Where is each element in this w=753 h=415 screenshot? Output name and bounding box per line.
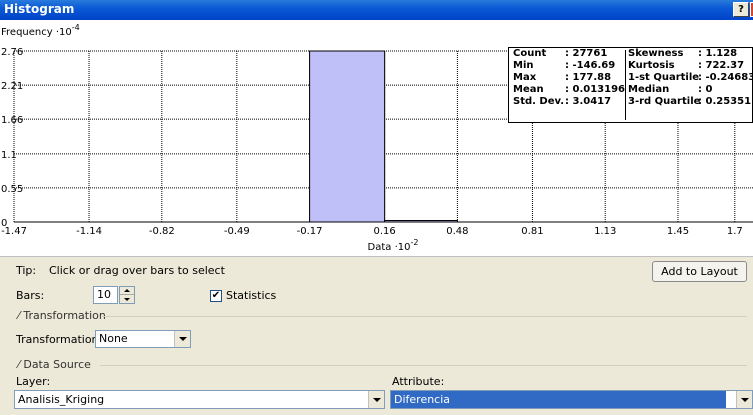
bars-input[interactable]: 10 <box>93 286 118 304</box>
layer-label: Layer: <box>16 375 51 388</box>
stat-right-label: 3-rd Quartile <box>628 96 701 107</box>
spin-up-icon[interactable] <box>120 287 134 295</box>
attribute-label: Attribute: <box>392 375 445 388</box>
transformation-group-line <box>102 316 747 317</box>
stats-right-column: Skewness : 1.128 Kurtosis : 722.37 1-st Quar… <box>628 48 753 108</box>
stat-right-value: : -0.24683 <box>698 72 753 83</box>
x-tick-label: -0.17 <box>297 226 323 237</box>
statistics-panel: Count : 27761 Min : -146.69 Max : 177.88 Mean:… <box>508 47 753 123</box>
stat-left-value: : 177.88 <box>565 72 612 83</box>
chevron-down-icon[interactable] <box>174 331 190 347</box>
stat-left-label: Min <box>513 60 534 71</box>
data-source-group-title: ⁄ Data Source <box>18 358 91 371</box>
layer-dropdown[interactable]: Analisis_Kriging <box>14 390 385 409</box>
attribute-dropdown[interactable]: Diferencia <box>390 390 753 409</box>
x-tick-label: -1.14 <box>76 226 102 237</box>
stat-right-value: : 1.128 <box>698 48 738 59</box>
stat-right-value: : 0 <box>698 84 713 95</box>
x-tick-label: 1.7 <box>727 226 743 237</box>
x-tick-label: -1.47 <box>1 226 27 237</box>
stat-left-value: : 3.0417 <box>565 96 612 107</box>
stat-right-label: 1-st Quartile <box>628 72 700 83</box>
chevron-down-icon[interactable] <box>736 391 752 408</box>
y-tick-label: 1.66 <box>1 115 23 126</box>
histogram-chart-area[interactable]: 0 0.55 1.1 1.66 2.21 2.76 -1.47 -1.14 -0.82 -0.49… <box>0 20 753 257</box>
statistics-checkbox[interactable]: ✔ <box>210 290 222 302</box>
chevron-down-icon[interactable] <box>368 391 384 408</box>
x-tick-label: 0.16 <box>374 226 396 237</box>
tip-text: Click or drag over bars to select <box>49 264 225 277</box>
x-tick-label: 1.45 <box>667 226 689 237</box>
tip-label: Tip: <box>16 264 37 277</box>
data-source-group-label: Data Source <box>23 358 91 371</box>
stat-left-value: : 27761 <box>565 48 608 59</box>
transformation-dropdown[interactable]: None <box>95 330 191 348</box>
spin-down-icon[interactable] <box>120 295 134 303</box>
transformation-label: Transformation: <box>16 333 103 346</box>
stats-left-column: Count : 27761 Min : -146.69 Max : 177.88 Mean:… <box>513 48 625 108</box>
stat-left-row: Max : 177.88 <box>513 72 625 84</box>
x-tick-label: -0.49 <box>224 226 250 237</box>
stat-left-label: Max <box>513 72 537 83</box>
stats-separator <box>625 50 626 120</box>
add-to-layout-button[interactable]: Add to Layout <box>652 261 747 282</box>
y-tick-label: 2.76 <box>1 47 23 58</box>
y-tick-label: 2.21 <box>1 81 23 92</box>
stat-left-value: : 0.013196 <box>565 84 625 95</box>
stat-right-row: 3-rd Quartile: 0.25351 <box>628 96 752 108</box>
data-source-group-line <box>100 365 747 366</box>
statistics-label[interactable]: Statistics <box>226 289 276 302</box>
stat-right-label: Kurtosis <box>628 60 675 71</box>
x-tick-label: -0.82 <box>149 226 175 237</box>
stat-right-label: Median <box>628 84 670 95</box>
stat-right-value: : 722.37 <box>698 60 745 71</box>
window-title: Histogram <box>4 2 75 16</box>
title-bar[interactable]: Histogram ? <box>0 0 753 20</box>
transformation-group-title: ⁄ Transformation <box>18 309 106 322</box>
stat-right-row: Median : 0 <box>628 84 752 96</box>
stat-left-row: Min : -146.69 <box>513 60 625 72</box>
x-tick-label: 0.48 <box>446 226 468 237</box>
histogram-bar <box>309 50 386 223</box>
stat-left-label: Std. Dev. <box>513 96 565 107</box>
x-tick-label: 1.13 <box>594 226 616 237</box>
attribute-value: Diferencia <box>391 391 726 408</box>
x-axis-label: Data ·10-2 <box>368 238 419 253</box>
stat-right-label: Skewness <box>628 48 684 59</box>
transformation-group-label: Transformation <box>23 309 106 322</box>
layer-value: Analisis_Kriging <box>18 393 105 406</box>
transformation-value: None <box>99 332 128 345</box>
y-tick-label: 1.1 <box>1 150 17 161</box>
bars-label: Bars: <box>16 289 45 302</box>
help-button[interactable]: ? <box>733 2 749 17</box>
stat-right-value: : 0.25351 <box>698 96 752 107</box>
stat-left-row: Std. Dev.: 3.0417 <box>513 96 625 108</box>
stat-left-label: Count <box>513 48 547 59</box>
stat-left-row: Count : 27761 <box>513 48 625 60</box>
stat-left-value: : -146.69 <box>565 60 616 71</box>
stat-right-row: Skewness : 1.128 <box>628 48 752 60</box>
y-axis-label: Frequency ·10-4 <box>1 23 80 38</box>
stat-right-row: Kurtosis : 722.37 <box>628 60 752 72</box>
stat-left-label: Mean <box>513 84 544 95</box>
y-tick-label: 0.55 <box>1 184 23 195</box>
stat-right-row: 1-st Quartile: -0.24683 <box>628 72 753 84</box>
bars-spinner[interactable] <box>119 286 135 304</box>
stat-left-row: Mean : 0.013196 <box>513 84 625 96</box>
x-tick-label: 0.81 <box>521 226 543 237</box>
